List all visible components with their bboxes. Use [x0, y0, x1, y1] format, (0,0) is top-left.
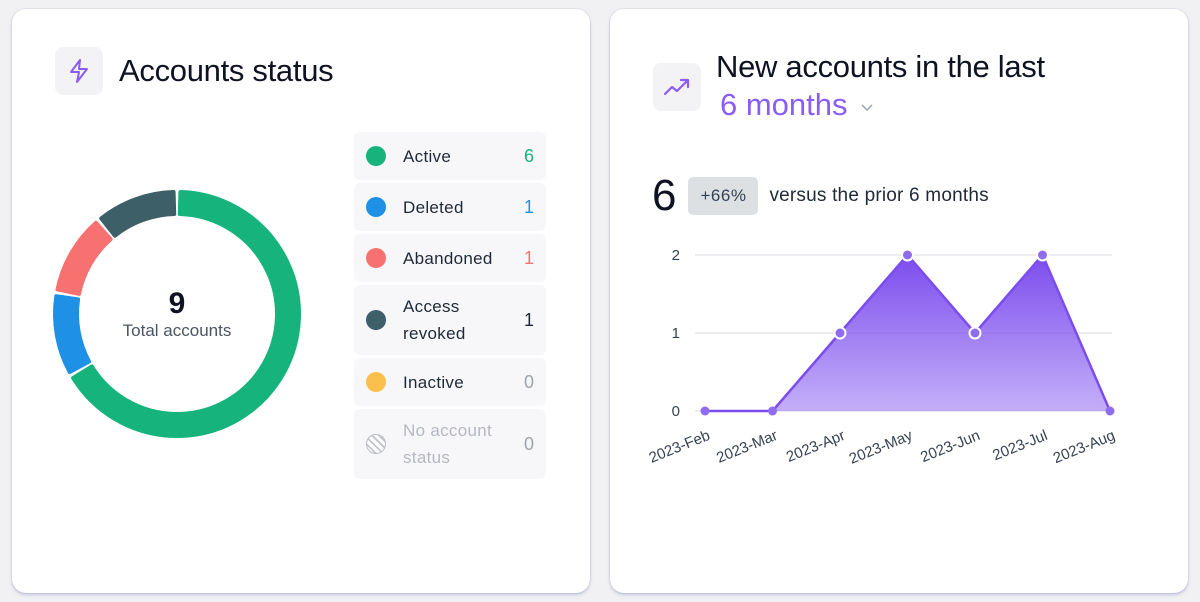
y-tick-label: 0 [672, 403, 680, 420]
data-point-2023-may[interactable] [901, 248, 914, 262]
y-tick-label: 2 [672, 247, 680, 264]
y-tick-label: 1 [672, 325, 680, 342]
legend-count: 1 [523, 309, 534, 330]
new-accounts-stat-row: 6 +66% versus the prior 6 months [652, 171, 989, 221]
new-accounts-count: 6 [652, 171, 677, 220]
donut-slice-access-revoked[interactable] [99, 190, 177, 238]
legend-label: Deleted [403, 197, 464, 217]
status-color-dot [366, 310, 386, 330]
donut-slice-deleted[interactable] [53, 294, 92, 375]
legend-count: 0 [523, 371, 534, 392]
legend-item-inactive[interactable]: Inactive 0 [354, 358, 546, 406]
accounts-status-legend: Active 6 Deleted 1 Abandoned 1 Access revoked 1… [354, 132, 546, 482]
accounts-status-title: Accounts status [119, 53, 334, 88]
data-point-2023-mar[interactable] [768, 406, 777, 416]
lightning-icon [70, 59, 88, 83]
legend-count: 1 [523, 196, 534, 217]
chevron-down-icon [860, 103, 873, 111]
x-tick-label: 2023-May [847, 427, 916, 468]
change-badge: +66% [688, 177, 759, 215]
period-selected-value: 6 months [720, 87, 848, 122]
legend-label: No account status [403, 421, 492, 467]
accounts-status-icon-box [55, 47, 103, 95]
data-point-2023-jul[interactable] [1036, 248, 1049, 262]
legend-label: Access revoked [403, 297, 466, 343]
donut-slice-abandoned[interactable] [55, 220, 113, 296]
comparison-caption: versus the prior 6 months [769, 185, 989, 206]
new-accounts-icon-box [653, 63, 701, 111]
data-point-2023-feb[interactable] [700, 406, 710, 416]
legend-item-no-account-status[interactable]: No account status 0 [354, 409, 546, 479]
legend-item-active[interactable]: Active 6 [354, 132, 546, 180]
period-dropdown[interactable]: 6 months [720, 87, 874, 123]
legend-item-access-revoked[interactable]: Access revoked 1 [354, 285, 546, 355]
data-point-2023-jun[interactable] [968, 326, 982, 340]
legend-count: 6 [523, 145, 534, 166]
new-accounts-title: New accounts in the last [716, 49, 1045, 84]
x-tick-label: 2023-Mar [714, 427, 780, 467]
x-tick-label: 2023-Aug [1051, 427, 1118, 467]
trending-up-icon [663, 78, 690, 96]
data-point-2023-aug[interactable] [1105, 406, 1115, 416]
no-status-hatched-icon [366, 434, 386, 454]
x-tick-label: 2023-Feb [647, 427, 713, 467]
legend-label: Inactive [403, 372, 464, 392]
x-tick-label: 2023-Jul [990, 427, 1050, 464]
legend-label: Abandoned [403, 248, 493, 268]
x-tick-label: 2023-Jun [918, 427, 982, 466]
legend-count: 0 [523, 433, 534, 454]
status-color-dot [366, 146, 386, 166]
legend-label: Active [403, 146, 452, 166]
new-accounts-area-chart: 0122023-Feb 2023-Mar 2023-Apr 2023-May 2023-… [647, 247, 1118, 468]
accounts-donut-chart [53, 190, 301, 438]
status-color-dot [366, 372, 386, 392]
legend-item-deleted[interactable]: Deleted 1 [354, 183, 546, 231]
legend-item-abandoned[interactable]: Abandoned 1 [354, 234, 546, 282]
status-color-dot [366, 197, 386, 217]
x-tick-label: 2023-Apr [784, 427, 848, 466]
status-color-dot [366, 248, 386, 268]
accounts-status-card: Accounts status 9 Total accounts Active 6… [12, 9, 590, 593]
data-point-2023-apr[interactable] [833, 326, 847, 340]
new-accounts-card: New accounts in the last 6 months 6 +66%… [610, 9, 1188, 593]
legend-count: 1 [523, 247, 534, 268]
